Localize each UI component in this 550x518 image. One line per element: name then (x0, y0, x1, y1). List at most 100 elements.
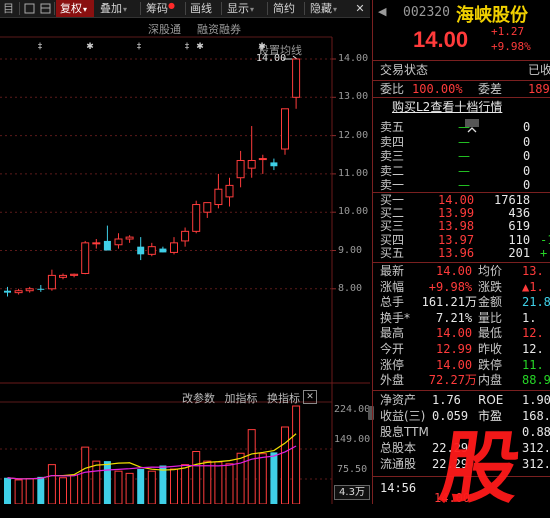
quote-panel: ◀ 002320 海峡股份 14.00 +1.27 +9.98% 交易状态 已收… (372, 0, 550, 514)
sell-price: — (458, 178, 470, 192)
tick-time: 14:56 (380, 481, 417, 495)
status-row: 交易状态 已收 (372, 63, 550, 78)
candle-body (125, 236, 134, 240)
volume-bars (4, 405, 301, 504)
candle-body (247, 159, 256, 169)
fin-label: 流通股 (380, 457, 417, 471)
divider (372, 262, 550, 263)
price-marker-label: 14.00 (256, 53, 287, 64)
stat-label: 最新 (380, 264, 405, 278)
volume-bar (270, 452, 278, 504)
stat-label: 涨幅 (380, 279, 405, 294)
candle-body (203, 202, 212, 213)
sell-price: — (458, 149, 470, 163)
volume-bar (137, 469, 145, 504)
stat-label: 今开 (380, 342, 405, 356)
price-change: +1.27 (491, 25, 525, 38)
volume-bar (103, 461, 111, 504)
stat-value: 88.94 (522, 373, 550, 388)
price-axis-label: 11.00 (338, 167, 369, 179)
candle-body (114, 238, 123, 246)
l2-banner-text: 购买L2查看十档行情 (392, 100, 503, 114)
stat-value: 13. (522, 264, 544, 278)
fin-label: 净资产 (380, 393, 417, 407)
stat-label: 总手 (380, 295, 405, 310)
prev-stock-icon[interactable]: ◀ (378, 5, 386, 18)
candle-body (47, 274, 56, 290)
l2-banner[interactable]: 购买L2查看十档行情 (372, 100, 550, 116)
huan-zhibiao-link[interactable]: 换指标 (267, 392, 300, 405)
weicha-label: 委差 (478, 82, 503, 96)
sub-chart-close-icon[interactable]: ✕ (303, 390, 317, 404)
sell-level-label: 卖三 (380, 149, 405, 163)
sell-row: 卖三 — 0 (372, 149, 550, 164)
divider (372, 390, 550, 391)
candle-body (59, 274, 67, 278)
candle-body (270, 162, 278, 167)
candle-body (236, 159, 245, 179)
buy-change: + (540, 245, 548, 260)
candle-body (81, 242, 90, 274)
stat-value: 1. (522, 310, 537, 325)
stat-value: 14.00 (436, 264, 473, 278)
candlesticks (4, 58, 301, 297)
buy-volume: 201 (508, 245, 531, 260)
fin-label: 总股本 (380, 441, 417, 455)
volume-bar (47, 464, 56, 504)
candle-body (258, 158, 267, 161)
fin-label: 股息TTM (380, 425, 429, 439)
stat-label: 外盘 (380, 373, 405, 388)
buy-level-label: 买五 (380, 245, 405, 260)
vol-axis-75: 75.50 (337, 464, 368, 475)
price-axis-label: 9.00 (338, 244, 363, 256)
sell-price: — (458, 163, 470, 178)
sell-volume: 0 (523, 134, 531, 149)
sell-level-label: 卖五 (380, 120, 405, 134)
buy-price: 13.96 (438, 245, 475, 260)
volume-bar (37, 476, 45, 504)
stat-label: 涨停 (380, 357, 405, 372)
stat-label: 跌停 (478, 357, 503, 372)
stat-value: 21.86 (522, 295, 550, 310)
kline-chart[interactable]: ‡ ✱ ‡ ‡ ✱ ✱ (0, 0, 372, 504)
volume-bar (92, 460, 101, 504)
current-price: 14.00 (413, 27, 469, 52)
stat-value: 72.27万 (428, 373, 477, 388)
event-marker-icon: ‡ (137, 42, 142, 52)
price-axis-label: 10.00 (338, 206, 369, 218)
volume-bar (203, 460, 212, 504)
sell-price: — (458, 134, 470, 149)
stat-value: 12. (522, 326, 544, 341)
gu-logo-text: 股 (434, 424, 526, 514)
gai-canshu-link[interactable]: 改参数 (182, 392, 215, 405)
volume-bar (70, 474, 79, 504)
candle-body (170, 242, 178, 253)
sell-volume: 0 (523, 163, 531, 178)
jia-zhibiao-link[interactable]: 加指标 (225, 392, 258, 405)
stats-row: 最新 14.00 均价 13. (372, 264, 550, 279)
candle-body (214, 188, 223, 206)
volume-bar (225, 463, 234, 504)
volume-bar (114, 470, 123, 504)
stat-value: +9.98% (428, 279, 473, 294)
sell-price: — (458, 120, 470, 134)
volume-bar (292, 405, 301, 504)
volume-bar (14, 479, 23, 504)
price-axis-label: 14.00 (338, 53, 369, 64)
divider (372, 97, 550, 98)
candle-body (70, 273, 79, 276)
volume-bar (159, 465, 167, 504)
sell-row: 卖四 — 0 (372, 135, 550, 150)
candle-body (14, 290, 23, 294)
volume-bar (258, 453, 267, 504)
sell-row: 卖五 — 0 (372, 120, 550, 135)
candle-body (281, 108, 289, 150)
stat-label: 涨跌 (478, 279, 503, 294)
sell-volume: 0 (523, 149, 531, 163)
gu-logo: 股 (435, 412, 542, 514)
stat-value: 11. (522, 357, 544, 372)
price-change-pct: +9.98% (491, 40, 531, 53)
price-axis-label: 13.00 (338, 91, 369, 103)
event-marker-icon: ‡ (185, 42, 190, 52)
stock-name: 海峡股份 (456, 5, 528, 26)
